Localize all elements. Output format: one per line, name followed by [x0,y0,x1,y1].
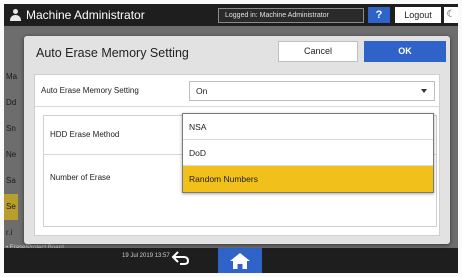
back-arrow-icon [171,251,190,265]
background-row: r.i [6,228,13,237]
home-icon [230,253,250,269]
dialog-title: Auto Erase Memory Setting [36,46,189,60]
datetime: 19 Jul 2019 13:57 [122,253,170,259]
login-status: Logged in: Machine Administrator [218,8,364,23]
top-bar: Machine Administrator Logged in: Machine… [4,4,458,26]
auto-erase-setting-value: On [196,86,208,96]
auto-erase-setting-select[interactable]: On [189,81,435,101]
background-row: Ne [6,150,17,159]
dropdown-option-random-numbers[interactable]: Random Numbers [183,166,433,192]
background-row: Sa [6,176,16,185]
logout-button[interactable]: Logout [395,7,441,23]
background-row: Ma [6,72,18,81]
background-row: Dd [6,98,17,107]
background-row: Sn [6,124,16,133]
auto-erase-setting-label: Auto Erase Memory Setting [41,86,139,95]
back-button[interactable] [168,250,194,271]
number-of-erase-label: Number of Erase [50,173,111,182]
hdd-erase-method-dropdown: NSA DoD Random Numbers [182,113,434,193]
bottom-bar: 19 Jul 2019 13:57 [4,248,458,273]
dropdown-option-nsa[interactable]: NSA [183,114,433,140]
hdd-erase-method-label: HDD Erase Method [50,130,120,139]
user-icon [10,9,21,21]
help-button[interactable]: ? [368,7,390,23]
background-row-highlighted: Se [4,194,18,220]
energy-saver-button[interactable]: ☾ [444,7,458,23]
dropdown-option-dod[interactable]: DoD [183,140,433,166]
auto-erase-setting-row: Auto Erase Memory Setting On [35,75,439,107]
cancel-button[interactable]: Cancel [278,41,358,62]
user-name: Machine Administrator [26,8,145,22]
chevron-down-icon [421,89,427,93]
home-button[interactable] [218,248,262,273]
ok-button[interactable]: OK [364,41,446,62]
